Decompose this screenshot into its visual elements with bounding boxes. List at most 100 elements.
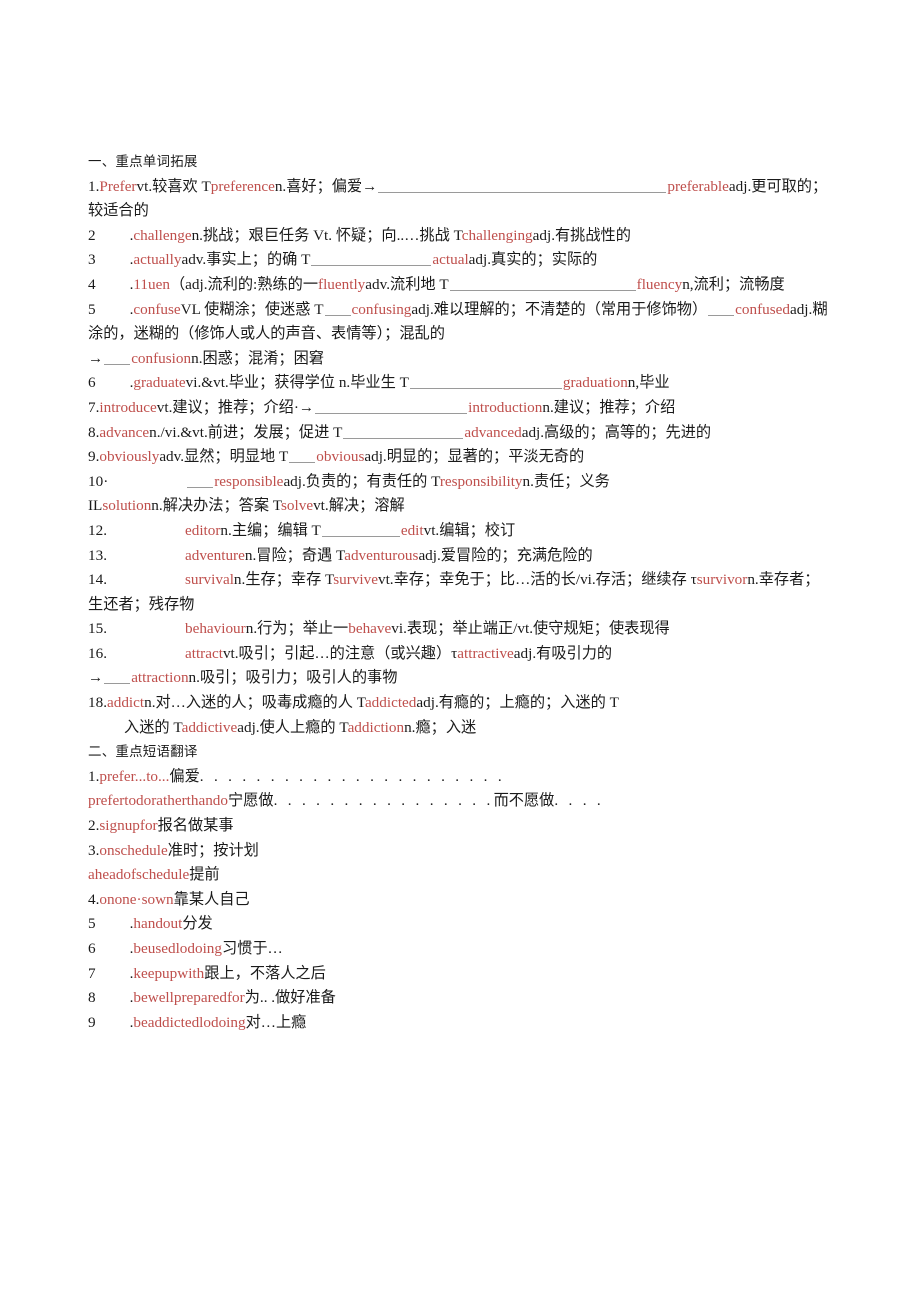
fill-in-blank[interactable] bbox=[708, 302, 735, 316]
english-phrase: beusedlodoing bbox=[133, 940, 222, 957]
document-body: 一、重点单词拓展 1.Prefervt.较喜欢 Tpreferencen.喜好；… bbox=[88, 150, 832, 1035]
fill-in-blank[interactable] bbox=[449, 277, 636, 291]
english-word: behave bbox=[348, 620, 392, 638]
english-phrase: handout bbox=[133, 915, 183, 933]
gloss-text: adj.负责的；有责任的 T bbox=[283, 472, 440, 490]
english-phrase: beaddictedlodoing bbox=[133, 1013, 246, 1031]
english-word: preference bbox=[210, 177, 275, 195]
gloss-text: 靠某人自己 bbox=[173, 890, 250, 908]
phrase-entry-3: 3.onschedule准时；按计划 bbox=[88, 839, 832, 864]
entry-number: 7. bbox=[88, 398, 100, 416]
fill-in-blank[interactable] bbox=[311, 252, 432, 267]
entry-number: 12. bbox=[88, 521, 107, 539]
gloss-text: n.解决办法；答案 T bbox=[151, 497, 282, 515]
phrase-entry-1: 1.prefer...to...偏爱. . . . . . . . . . . … bbox=[88, 765, 832, 790]
fill-in-blank[interactable] bbox=[315, 400, 468, 414]
english-word: responsible bbox=[214, 472, 284, 490]
english-word: graduation bbox=[562, 374, 628, 392]
english-word: obvious bbox=[316, 448, 365, 466]
gloss-text: 跟上，不落人之后 bbox=[204, 964, 326, 982]
english-phrase: onschedule bbox=[99, 841, 168, 859]
english-word: confusion bbox=[131, 349, 192, 367]
entry-number: 18. bbox=[88, 694, 107, 712]
gloss-text: vi.表现；举止端正/vt.使守规矩；使表现得 bbox=[391, 620, 670, 638]
entry-number: 1. bbox=[88, 767, 100, 785]
english-word: preferable bbox=[667, 177, 729, 195]
english-word: responsibility bbox=[439, 472, 523, 490]
entry-number: 5 bbox=[88, 300, 96, 318]
entry-number: 15. bbox=[88, 620, 107, 638]
word-entry-6: 6 .graduatevi.&vt.毕业；获得学位 n.毕业生 Tgraduati… bbox=[88, 371, 832, 396]
fill-in-blank[interactable] bbox=[409, 375, 562, 390]
entry-number: 6 bbox=[88, 940, 96, 957]
english-word: Prefer bbox=[99, 177, 137, 195]
arrow-icon: → bbox=[88, 349, 104, 367]
gloss-text: adv.流利地 T bbox=[365, 275, 449, 293]
english-word: solution bbox=[102, 497, 152, 515]
gloss-text: n.瘾；入迷 bbox=[404, 718, 477, 736]
word-entry-16-derivative: → attractionn.吸引；吸引力；吸引人的事物 bbox=[88, 666, 832, 691]
gloss-text: adj.爱冒险的；充满危险的 bbox=[418, 546, 593, 564]
gloss-text: n.行为；举止一 bbox=[245, 620, 349, 638]
english-phrase: onone·sown bbox=[99, 890, 174, 908]
gloss-text: n.吸引；吸引力；吸引人的事物 bbox=[188, 669, 398, 687]
word-entry-8: 8.advancen./vi.&vt.前进；发展；促进 T advancedadj… bbox=[88, 421, 832, 446]
gloss-text: （adj.流利的:熟练的一 bbox=[169, 275, 319, 293]
gloss-text: n.生存；幸存 T bbox=[233, 571, 334, 589]
fill-in-blank[interactable] bbox=[321, 523, 400, 537]
word-entry-3: 3 .actuallyadv.事实上；的确 Tactualadj.真实的；实际的 bbox=[88, 248, 832, 273]
english-word: introduction bbox=[468, 398, 543, 416]
phrase-entry-7: 7 .keepupwith跟上，不落人之后 bbox=[88, 962, 832, 987]
gloss-text: 偏爱 bbox=[169, 767, 200, 785]
fill-in-blank[interactable] bbox=[187, 474, 214, 488]
fill-in-blank[interactable] bbox=[289, 449, 316, 464]
english-word: addicted bbox=[364, 694, 417, 712]
english-word: edit bbox=[400, 521, 424, 539]
english-word: attractive bbox=[457, 644, 514, 662]
entry-number: 6 bbox=[88, 374, 96, 392]
gloss-text: n,毕业 bbox=[627, 374, 670, 392]
gloss-text: n.挑战；艰巨任务 Vt. 怀疑；向..…挑战 T bbox=[191, 226, 462, 244]
gloss-text: vt.解决；溶解 bbox=[313, 497, 405, 515]
english-word: advance bbox=[99, 423, 150, 441]
gloss-text: 提前 bbox=[189, 866, 220, 884]
phrase-entry-4: 4.onone·sown靠某人自己 bbox=[88, 888, 832, 913]
word-entry-10: 10· responsibleadj.负责的；有责任的 Tresponsibili… bbox=[88, 470, 832, 495]
english-word: survival bbox=[184, 571, 234, 589]
entry-number: 16. bbox=[88, 644, 107, 662]
fill-in-blank[interactable] bbox=[343, 425, 464, 439]
gloss-text: n.对…入迷的人；吸毒成瘾的人 T bbox=[144, 694, 365, 712]
gloss-text: vi.&vt.毕业；获得学位 n.毕业生 T bbox=[185, 374, 409, 392]
gloss-text: n.冒险；奇遇 T bbox=[244, 546, 345, 564]
english-phrase: keepupwith bbox=[133, 964, 205, 982]
fill-in-blank[interactable] bbox=[104, 670, 131, 685]
english-phrase: aheadofschedule bbox=[88, 866, 190, 884]
phrase-entry-6: 6 .beusedlodoing习惯于… bbox=[88, 937, 832, 962]
fill-in-blank[interactable] bbox=[104, 351, 131, 365]
gloss-text: adv.显然；明显地 T bbox=[159, 448, 289, 466]
gloss-text: adj.有吸引力的 bbox=[513, 644, 613, 662]
entry-number: 1. bbox=[88, 177, 100, 195]
dotted-leader: . . . . . . . . . . . . . . . . . . . . … bbox=[199, 767, 505, 785]
gloss-text: 对…上瘾 bbox=[245, 1013, 307, 1031]
entry-number: 10· bbox=[88, 472, 109, 490]
gloss-text: adj.真实的；实际的 bbox=[468, 251, 598, 269]
fill-in-blank[interactable] bbox=[378, 179, 667, 193]
entry-number: 13. bbox=[88, 546, 107, 564]
entry-number: 8 bbox=[88, 989, 96, 1007]
english-word: addict bbox=[106, 694, 145, 712]
gloss-text: n./vi.&vt.前进；发展；促进 T bbox=[149, 423, 343, 441]
entry-number: 2. bbox=[88, 817, 100, 835]
entry-number: 5 bbox=[88, 915, 96, 933]
gloss-text: vt.建议；推荐；介绍·→ bbox=[156, 398, 315, 416]
word-entry-18-continued: 入迷的 Taddictiveadj.使人上瘾的 Taddictionn.瘾；入迷 bbox=[88, 716, 832, 741]
word-entry-13: 13. adventuren.冒险；奇遇 Tadventurousadj.爱冒险的… bbox=[88, 544, 832, 569]
gloss-text: n.喜好；偏爱→ bbox=[274, 177, 378, 195]
word-entry-12: 12. editorn.主编；编辑 T editvt.编辑；校订 bbox=[88, 519, 832, 544]
word-entry-11: ILsolutionn.解决办法；答案 Tsolvevt.解决；溶解 bbox=[88, 494, 832, 519]
phrase-entry-8: 8 .bewellpreparedfor为.. .做好准备 bbox=[88, 986, 832, 1011]
fill-in-blank[interactable] bbox=[324, 302, 351, 316]
english-phrase: prefertodoratherthando bbox=[88, 792, 228, 810]
gloss-text: 报名做某事 bbox=[157, 817, 234, 835]
gloss-text: 分发 bbox=[182, 915, 213, 933]
